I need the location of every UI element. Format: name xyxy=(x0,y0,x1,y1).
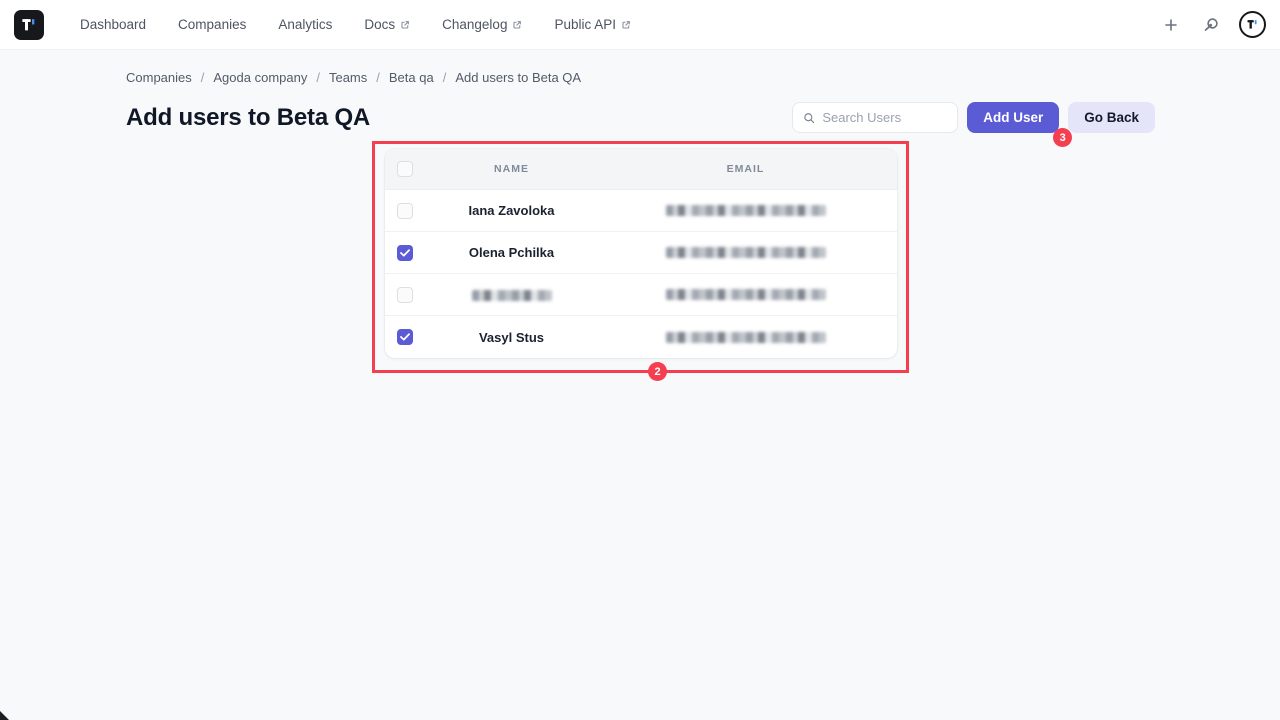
breadcrumb-item[interactable]: Companies xyxy=(126,70,192,85)
search-icon xyxy=(803,111,815,125)
table-row: Iana Zavoloka xyxy=(385,190,897,232)
account-avatar[interactable] xyxy=(1239,11,1266,38)
table-row: Olena Pchilka xyxy=(385,232,897,274)
redacted-email xyxy=(666,289,826,300)
toolbar: Add User 3 Go Back xyxy=(792,102,1155,133)
page-content: Companies / Agoda company / Teams / Beta qa / Ad… xyxy=(126,70,1155,403)
table-row: Vasyl Stus xyxy=(385,316,897,358)
go-back-button[interactable]: Go Back xyxy=(1068,102,1155,133)
row-checkbox[interactable] xyxy=(397,329,413,345)
table-row xyxy=(385,274,897,316)
nav-item-label: Companies xyxy=(178,17,246,32)
brand-logo[interactable] xyxy=(14,10,44,40)
nav-item-label: Changelog xyxy=(442,17,507,32)
nav-item[interactable]: Dashboard xyxy=(64,9,162,40)
search-box[interactable] xyxy=(792,102,958,133)
table-zone: NAME EMAIL Iana Zavoloka xyxy=(126,133,1155,403)
redacted-name xyxy=(472,290,552,301)
column-header-email: EMAIL xyxy=(594,163,897,175)
user-email xyxy=(594,332,897,343)
external-link-icon xyxy=(512,20,522,30)
redacted-email xyxy=(666,332,826,343)
user-name: Olena Pchilka xyxy=(429,245,594,260)
quick-search-icon[interactable] xyxy=(1199,13,1223,37)
redacted-email xyxy=(666,247,826,258)
nav-item-label: Dashboard xyxy=(80,17,146,32)
breadcrumb-separator: / xyxy=(201,70,205,85)
users-table: NAME EMAIL Iana Zavoloka xyxy=(385,149,897,358)
page-title: Add users to Beta QA xyxy=(126,104,370,132)
page-header: Add users to Beta QA Add User 3 Go Back xyxy=(126,102,1155,133)
breadcrumb-item[interactable]: Add users to Beta QA xyxy=(455,70,581,85)
navbar-right-actions xyxy=(1159,11,1266,38)
nav-item[interactable]: Public API xyxy=(538,9,647,40)
column-header-name: NAME xyxy=(429,163,594,175)
add-user-button[interactable]: Add User 3 xyxy=(967,102,1059,133)
breadcrumb-separator: / xyxy=(443,70,447,85)
external-link-icon xyxy=(621,20,631,30)
add-user-label: Add User xyxy=(983,110,1043,125)
breadcrumb-item[interactable]: Teams xyxy=(329,70,367,85)
nav-item[interactable]: Analytics xyxy=(262,9,348,40)
redacted-email xyxy=(666,205,826,216)
brand-t-icon xyxy=(19,15,39,35)
breadcrumb-separator: / xyxy=(376,70,380,85)
external-link-icon xyxy=(400,20,410,30)
row-checkbox[interactable] xyxy=(397,245,413,261)
search-users-input[interactable] xyxy=(822,110,947,125)
user-name: Vasyl Stus xyxy=(429,330,594,345)
table-body: Iana Zavoloka Olena Pchilka xyxy=(385,190,897,358)
select-all-checkbox[interactable] xyxy=(397,161,413,177)
nav-item[interactable]: Companies xyxy=(162,9,262,40)
avatar-t-icon xyxy=(1245,17,1260,32)
nav-item-label: Docs xyxy=(364,17,395,32)
user-email xyxy=(594,205,897,216)
add-plus-icon[interactable] xyxy=(1159,13,1183,37)
user-name xyxy=(429,287,594,302)
user-email xyxy=(594,247,897,258)
nav-item[interactable]: Changelog xyxy=(426,9,538,40)
nav-item[interactable]: Docs xyxy=(348,9,426,40)
nav-menu: Dashboard Companies Analytics Docs Cha xyxy=(64,9,647,40)
user-email xyxy=(594,289,897,300)
top-navbar: Dashboard Companies Analytics Docs Cha xyxy=(0,0,1280,50)
breadcrumb-item[interactable]: Beta qa xyxy=(389,70,434,85)
user-name: Iana Zavoloka xyxy=(429,203,594,218)
annotation-badge-2: 2 xyxy=(648,362,667,381)
nav-item-label: Public API xyxy=(554,17,616,32)
row-checkbox[interactable] xyxy=(397,203,413,219)
breadcrumb-separator: / xyxy=(316,70,320,85)
breadcrumb-item[interactable]: Agoda company xyxy=(213,70,307,85)
breadcrumb: Companies / Agoda company / Teams / Beta qa / Ad… xyxy=(126,70,1155,85)
row-checkbox[interactable] xyxy=(397,287,413,303)
nav-item-label: Analytics xyxy=(278,17,332,32)
cursor-artifact xyxy=(0,711,9,720)
table-header-row: NAME EMAIL xyxy=(385,149,897,190)
